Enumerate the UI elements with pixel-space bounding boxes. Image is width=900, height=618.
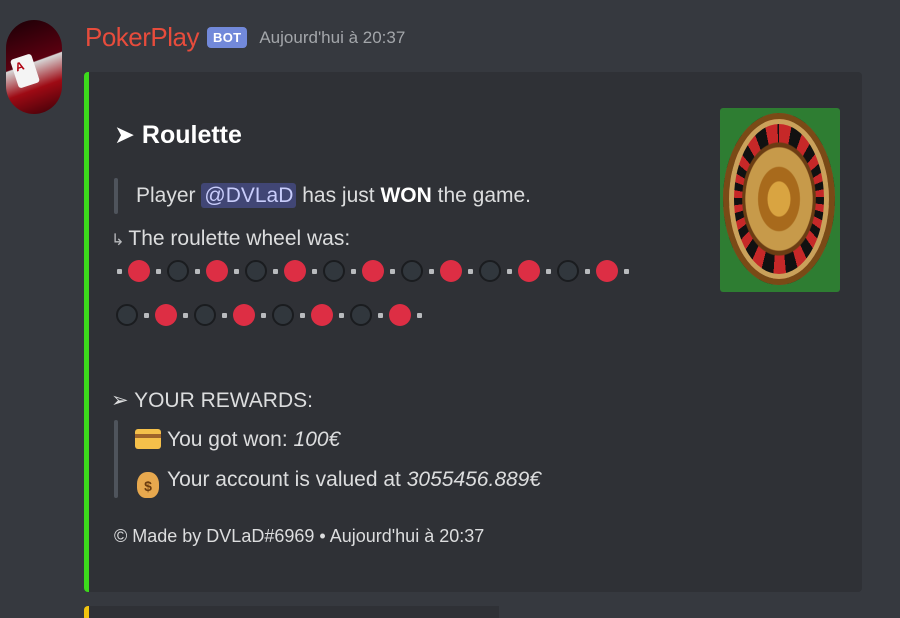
rewards-heading: ➢ YOUR REWARDS: [111, 388, 313, 413]
red-circle-icon [233, 304, 255, 326]
bot-avatar[interactable]: A [6, 20, 62, 114]
wheel-row-2 [116, 304, 428, 326]
black-circle-icon [323, 260, 345, 282]
won-line: You got won: 100€ [135, 428, 340, 452]
separator-dot [546, 268, 551, 274]
account-label: Your account is valued at [167, 468, 401, 491]
wheel-label-line: ↳ The roulette wheel was: [111, 227, 350, 251]
message-header: PokerPlay BOT Aujourd'hui à 20:37 [85, 22, 405, 53]
red-circle-icon [284, 260, 306, 282]
separator-dot [339, 312, 344, 318]
player-mid-text: has just [302, 184, 375, 207]
money-bag-icon: $ [137, 472, 159, 498]
account-line: $ Your account is valued at 3055456.889€ [137, 468, 541, 498]
black-circle-icon [401, 260, 423, 282]
red-circle-icon [128, 260, 150, 282]
bot-badge: BOT [207, 27, 248, 48]
won-text: WON [380, 184, 432, 207]
arrow-right-icon: ➤ [114, 121, 135, 149]
rewards-arrow-icon: ➢ [111, 389, 129, 412]
username[interactable]: PokerPlay [85, 22, 200, 53]
player-suffix: the game. [437, 184, 532, 207]
embed-thumbnail[interactable] [720, 108, 840, 292]
roulette-embed: ➤ Roulette Player @DVLaD has just WON th… [84, 72, 862, 592]
black-circle-icon [194, 304, 216, 326]
separator-dot [468, 268, 473, 274]
account-value: 3055456.889€ [406, 468, 542, 491]
separator-dot [378, 312, 383, 318]
won-label: You got won: [167, 428, 288, 451]
red-circle-icon [155, 304, 177, 326]
next-embed-edge [84, 606, 499, 618]
rewards-title: YOUR REWARDS: [134, 389, 313, 412]
separator-dot [312, 268, 317, 274]
separator-dot [300, 312, 305, 318]
separator-dot [183, 312, 188, 318]
red-circle-icon [311, 304, 333, 326]
black-circle-icon [557, 260, 579, 282]
black-circle-icon [167, 260, 189, 282]
separator-dot [273, 268, 278, 274]
return-arrow-icon: ↳ [111, 232, 125, 249]
separator-dot [117, 268, 122, 274]
separator-dot [234, 268, 239, 274]
red-circle-icon [440, 260, 462, 282]
black-circle-icon [245, 260, 267, 282]
playing-card-icon: A [9, 53, 41, 89]
separator-dot [429, 268, 434, 274]
quote-bar [114, 178, 118, 214]
separator-dot [507, 268, 512, 274]
wheel-row-1 [111, 260, 635, 282]
red-circle-icon [518, 260, 540, 282]
separator-dot [222, 312, 227, 318]
black-circle-icon [272, 304, 294, 326]
red-circle-icon [389, 304, 411, 326]
wheel-label: The roulette wheel was: [128, 227, 351, 250]
separator-dot [585, 268, 590, 274]
separator-dot [417, 312, 422, 318]
separator-dot [144, 312, 149, 318]
player-prefix: Player [136, 184, 196, 207]
black-circle-icon [479, 260, 501, 282]
message-timestamp: Aujourd'hui à 20:37 [259, 27, 406, 47]
black-circle-icon [350, 304, 372, 326]
won-value: 100€ [293, 428, 341, 451]
black-circle-icon [116, 304, 138, 326]
separator-dot [390, 268, 395, 274]
embed-title: ➤ Roulette [114, 120, 242, 150]
embed-title-text: Roulette [141, 121, 242, 149]
red-circle-icon [596, 260, 618, 282]
separator-dot [351, 268, 356, 274]
credit-card-icon [135, 429, 161, 449]
player-mention[interactable]: @DVLaD [201, 183, 297, 208]
red-circle-icon [362, 260, 384, 282]
rewards-quote-bar [114, 420, 118, 498]
separator-dot [261, 312, 266, 318]
separator-dot [156, 268, 161, 274]
player-result-line: Player @DVLaD has just WON the game. [136, 183, 532, 208]
roulette-wheel-image [723, 113, 835, 285]
separator-dot [195, 268, 200, 274]
red-circle-icon [206, 260, 228, 282]
embed-footer: © Made by DVLaD#6969 • Aujourd'hui à 20:… [114, 526, 485, 546]
separator-dot [624, 268, 629, 274]
